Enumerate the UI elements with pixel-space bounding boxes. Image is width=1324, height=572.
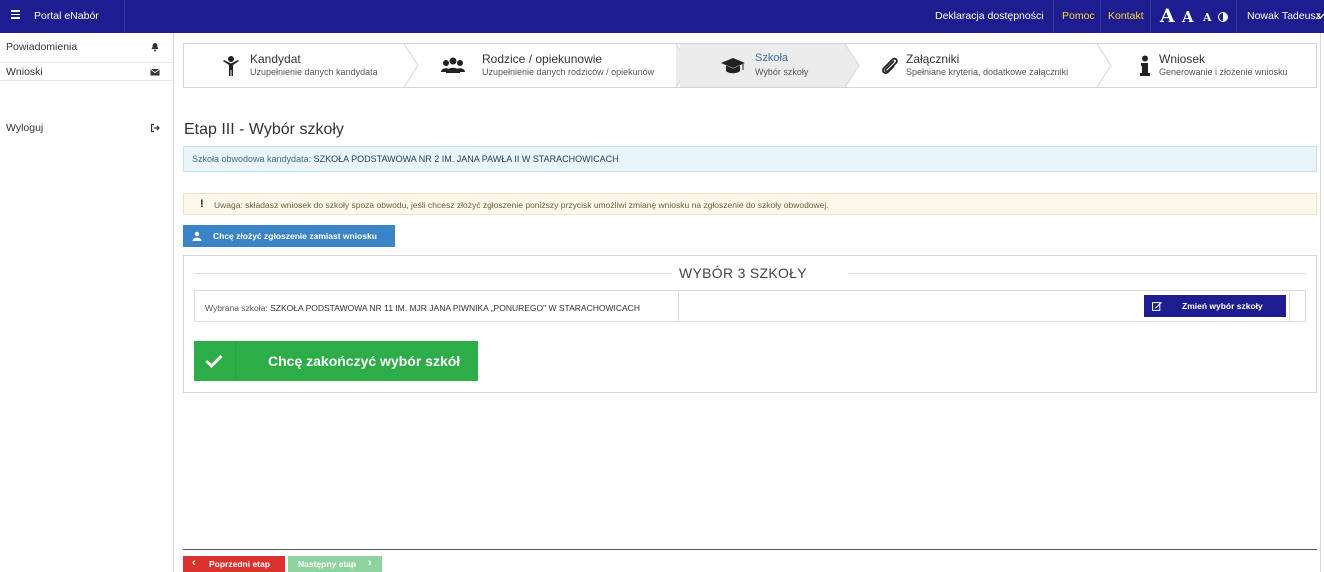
sidebar-item-logout[interactable]: Wyloguj	[0, 119, 174, 138]
previous-step-label: Poprzedni etap	[209, 559, 270, 569]
step-subtitle: Wybór szkoły	[755, 67, 809, 77]
user-menu[interactable]: Nowak Tadeusz	[1247, 10, 1321, 22]
district-school-name: SZKOŁA PODSTAWOWA NR 2 IM. JANA PAWŁA II…	[313, 154, 619, 164]
sidebar-item-applications[interactable]: Wnioski	[0, 62, 174, 81]
warning-text: Uwaga: składasz wniosek do szkoły spoza …	[214, 200, 829, 210]
step-separator	[1097, 44, 1112, 87]
chevron-right-icon: ›	[368, 557, 372, 569]
bottom-divider	[183, 549, 1317, 550]
next-step-label: Następny etap	[298, 559, 357, 569]
heading-rule	[848, 273, 1306, 274]
page-title: Etap III - Wybór szkoły	[184, 121, 344, 138]
switch-button-label: Chcę złożyć zgłoszenie zamiast wniosku	[213, 231, 377, 241]
step-title: Kandydat	[250, 52, 301, 66]
finish-school-selection-button[interactable]: Chcę zakończyć wybór szkół	[194, 341, 478, 381]
chevron-left-icon: ‹	[192, 557, 196, 569]
next-step-button[interactable]: Następny etap ›	[288, 556, 382, 572]
sidebar-item-label: Wyloguj	[6, 122, 44, 134]
sidebar-item-label: Wnioski	[6, 66, 43, 78]
paperclip-icon	[882, 57, 898, 74]
heading-rule	[194, 273, 672, 274]
check-icon	[205, 354, 223, 368]
change-school-label: Zmień wybór szkoły	[1182, 301, 1263, 311]
warning-alert: ! Uwaga: składasz wniosek do szkoły spoz…	[183, 193, 1317, 215]
change-school-button[interactable]: Zmień wybór szkoły	[1144, 295, 1286, 317]
step-subtitle: Spełniane kryteria, dodatkowe załączniki	[906, 67, 1069, 77]
previous-step-button[interactable]: ‹ Poprzedni etap	[183, 556, 285, 572]
step-application[interactable]: Wniosek Generowanie i złożenie wniosku	[1113, 44, 1316, 87]
info-icon	[1140, 55, 1150, 76]
user-icon	[192, 231, 202, 241]
bell-icon	[151, 43, 159, 52]
step-attachments[interactable]: Załączniki Spełniane kryteria, dodatkowe…	[861, 44, 1101, 87]
step-title: Rodzice / opiekunowie	[482, 52, 603, 66]
child-icon	[223, 56, 239, 76]
wizard-steps: Kandydat Uzupełnienie danych kandydata R…	[183, 43, 1317, 88]
sidebar-item-label: Powiadomienia	[6, 41, 78, 53]
help-link[interactable]: Pomoc	[1062, 10, 1095, 22]
switch-to-notification-button[interactable]: Chcę złożyć zgłoszenie zamiast wniosku	[183, 225, 395, 247]
top-navbar: Portal eNabór Deklaracja dostępności Pom…	[0, 0, 1324, 33]
exclamation-icon: !	[200, 198, 204, 210]
row-divider	[1289, 291, 1290, 321]
edit-icon	[1152, 302, 1162, 311]
row-divider	[678, 291, 679, 321]
district-school-text: Szkoła obwodowa kandydata: SZKOŁA PODSTA…	[192, 154, 619, 164]
check-box	[194, 341, 236, 381]
school-choice-panel: WYBÓR 3 SZKOŁY Wybrana szkoła: SZKOŁA PO…	[183, 255, 1317, 393]
selected-school-text: Wybrana szkoła: SZKOŁA PODSTAWOWA NR 11 …	[205, 303, 640, 313]
font-size-large-button[interactable]: A	[1160, 5, 1175, 27]
envelope-icon	[150, 69, 160, 76]
step-title: Załączniki	[906, 52, 960, 66]
district-school-prefix: Szkoła obwodowa kandydata:	[192, 154, 312, 164]
chevron-down-icon[interactable]	[1317, 14, 1324, 19]
step-school[interactable]: Szkoła Wybór szkoły	[680, 44, 846, 87]
step-separator	[845, 44, 860, 87]
panel-heading: WYBÓR 3 SZKOŁY	[679, 265, 807, 281]
step-title: Wniosek	[1159, 52, 1206, 66]
sign-out-icon	[150, 123, 160, 133]
navbar-divider	[124, 0, 125, 33]
step-parents[interactable]: Rodzice / opiekunowie Uzupełnienie danyc…	[420, 44, 678, 87]
step-subtitle: Uzupełnienie danych rodziców / opiekunów	[482, 67, 655, 77]
step-candidate[interactable]: Kandydat Uzupełnienie danych kandydata	[184, 44, 406, 87]
graduation-cap-icon	[721, 58, 745, 74]
font-size-medium-button[interactable]: A	[1182, 8, 1194, 26]
contrast-toggle-icon[interactable]	[1218, 12, 1228, 22]
step-title: Szkoła	[755, 52, 789, 64]
sidebar: Powiadomienia Wnioski Wyloguj	[0, 33, 174, 572]
sidebar-item-notifications[interactable]: Powiadomienia	[0, 38, 174, 57]
accessibility-link[interactable]: Deklaracja dostępności	[935, 10, 1044, 22]
hamburger-menu-icon[interactable]	[8, 8, 24, 24]
navbar-divider	[1150, 0, 1151, 33]
step-separator	[404, 44, 419, 87]
navbar-divider	[1053, 0, 1054, 33]
portal-title[interactable]: Portal eNabór	[34, 10, 99, 22]
navbar-divider	[1100, 0, 1101, 33]
district-school-info: Szkoła obwodowa kandydata: SZKOŁA PODSTA…	[183, 146, 1317, 172]
step-subtitle: Generowanie i złożenie wniosku	[1159, 67, 1288, 77]
font-size-small-button[interactable]: A	[1203, 11, 1212, 24]
scroll-edge	[1320, 33, 1321, 572]
selected-school-prefix: Wybrana szkoła:	[205, 303, 268, 313]
navbar-divider	[1236, 0, 1237, 33]
step-subtitle: Uzupełnienie danych kandydata	[250, 67, 378, 77]
users-icon	[441, 57, 465, 73]
finish-button-label: Chcę zakończyć wybór szkół	[268, 353, 461, 369]
selected-school-row: Wybrana szkoła: SZKOŁA PODSTAWOWA NR 11 …	[194, 290, 1306, 322]
contact-link[interactable]: Kontakt	[1108, 10, 1144, 22]
selected-school-name: SZKOŁA PODSTAWOWA NR 11 IM. MJR JANA PIW…	[270, 303, 640, 313]
